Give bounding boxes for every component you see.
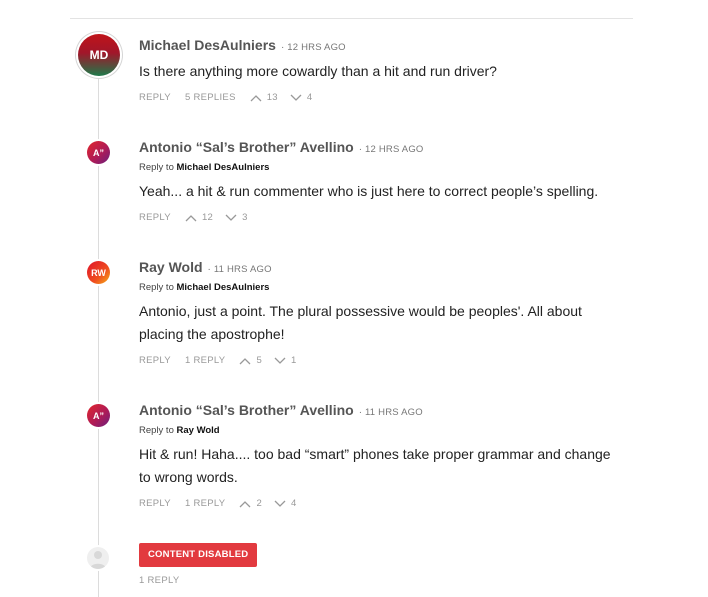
comment-body: Yeah... a hit & run commenter who is jus… (139, 183, 599, 199)
upvote-button[interactable]: 2 (239, 498, 262, 509)
comment-header: Ray Wold · 11 HRS AGO (139, 259, 272, 275)
comment-actions: 1 REPLY (139, 575, 193, 586)
reply-button[interactable]: REPLY (139, 212, 171, 223)
chevron-down-icon (225, 214, 237, 221)
replies-count-button[interactable]: 1 REPLY (185, 355, 225, 366)
author-name[interactable]: Antonio “Sal’s Brother” Avellino (139, 402, 354, 418)
comment-body: Hit & run! Haha.... too bad “smart” phon… (139, 446, 611, 485)
chevron-down-icon (274, 357, 286, 364)
author-name[interactable]: Ray Wold (139, 259, 203, 275)
separator-dot: · (280, 42, 285, 53)
chevron-up-icon (239, 357, 251, 364)
reply-to-author[interactable]: Ray Wold (177, 425, 220, 436)
upvote-count: 12 (201, 212, 214, 223)
timestamp[interactable]: 11 HRS AGO (214, 264, 272, 275)
comment-header: Antonio “Sal’s Brother” Avellino · 12 HR… (139, 139, 424, 155)
upvote-count: 13 (266, 92, 278, 103)
comment-actions: REPLY 1 REPLY 2 4 (139, 498, 309, 509)
avatar-initials: MD (89, 48, 109, 62)
reply-button[interactable]: REPLY (139, 92, 171, 103)
downvote-button[interactable]: 3 (225, 212, 248, 223)
comment-actions: REPLY 12 3 (139, 212, 260, 223)
downvote-count: 4 (291, 498, 297, 509)
reply-to-author[interactable]: Michael DesAulniers (177, 282, 270, 293)
reply-to-line: Reply to Ray Wold (139, 425, 220, 436)
avatar-initials: A” (93, 410, 104, 421)
comment-body: Is there anything more cowardly than a h… (139, 63, 497, 79)
avatar-antonio[interactable]: A” (87, 141, 110, 164)
comment-header: Michael DesAulniers · 12 HRS AGO (139, 37, 346, 53)
avatar-initials: RW (91, 267, 106, 278)
upvote-button[interactable]: 12 (185, 212, 213, 223)
comment-header: Antonio “Sal’s Brother” Avellino · 11 HR… (139, 402, 423, 418)
avatar-placeholder (87, 547, 109, 569)
downvote-count: 1 (291, 355, 297, 366)
author-name[interactable]: Michael DesAulniers (139, 37, 276, 53)
downvote-count: 3 (242, 212, 248, 223)
upvote-count: 5 (256, 355, 263, 366)
user-silhouette-icon (90, 551, 106, 569)
avatar-initials: A” (93, 147, 104, 158)
downvote-button[interactable]: 4 (274, 498, 297, 509)
downvote-button[interactable]: 1 (274, 355, 297, 366)
chevron-up-icon (185, 214, 197, 221)
reply-to-label: Reply to (139, 162, 177, 173)
chevron-down-icon (274, 500, 286, 507)
upvote-button[interactable]: 13 (250, 92, 278, 103)
timestamp[interactable]: 12 HRS AGO (365, 144, 424, 155)
content-disabled-badge: CONTENT DISABLED (139, 543, 258, 567)
separator-dot: · (207, 264, 211, 275)
avatar-ray[interactable]: RW (87, 261, 110, 284)
separator-dot: · (358, 407, 363, 418)
avatar-michael[interactable]: MD (78, 34, 120, 76)
comment-actions: REPLY 5 REPLIES 13 4 (139, 92, 324, 103)
reply-to-author[interactable]: Michael DesAulniers (177, 162, 270, 173)
comment-actions: REPLY 1 REPLY 5 1 (139, 355, 309, 366)
reply-button[interactable]: REPLY (139, 355, 171, 366)
downvote-count: 4 (306, 92, 313, 103)
reply-to-line: Reply to Michael DesAulniers (139, 282, 269, 293)
upvote-button[interactable]: 5 (239, 355, 262, 366)
chevron-up-icon (250, 94, 262, 101)
top-divider (70, 18, 633, 19)
author-name[interactable]: Antonio “Sal’s Brother” Avellino (139, 139, 354, 155)
reply-button[interactable]: REPLY (139, 498, 171, 509)
timestamp[interactable]: 12 HRS AGO (287, 42, 346, 53)
upvote-count: 2 (256, 498, 263, 509)
avatar-antonio[interactable]: A” (87, 404, 110, 427)
downvote-button[interactable]: 4 (290, 92, 313, 103)
comment-body: Antonio, just a point. The plural posses… (139, 303, 582, 342)
reply-to-line: Reply to Michael DesAulniers (139, 162, 269, 173)
replies-count-button[interactable]: 5 REPLIES (185, 92, 236, 103)
reply-to-label: Reply to (139, 425, 177, 436)
replies-count-button[interactable]: 1 REPLY (139, 575, 179, 586)
chevron-down-icon (290, 94, 302, 101)
replies-count-button[interactable]: 1 REPLY (185, 498, 225, 509)
chevron-up-icon (239, 500, 251, 507)
timestamp[interactable]: 11 HRS AGO (365, 407, 423, 418)
reply-to-label: Reply to (139, 282, 177, 293)
separator-dot: · (358, 144, 363, 155)
comments-page: MD Michael DesAulniers · 12 HRS AGO Is t… (0, 0, 708, 597)
